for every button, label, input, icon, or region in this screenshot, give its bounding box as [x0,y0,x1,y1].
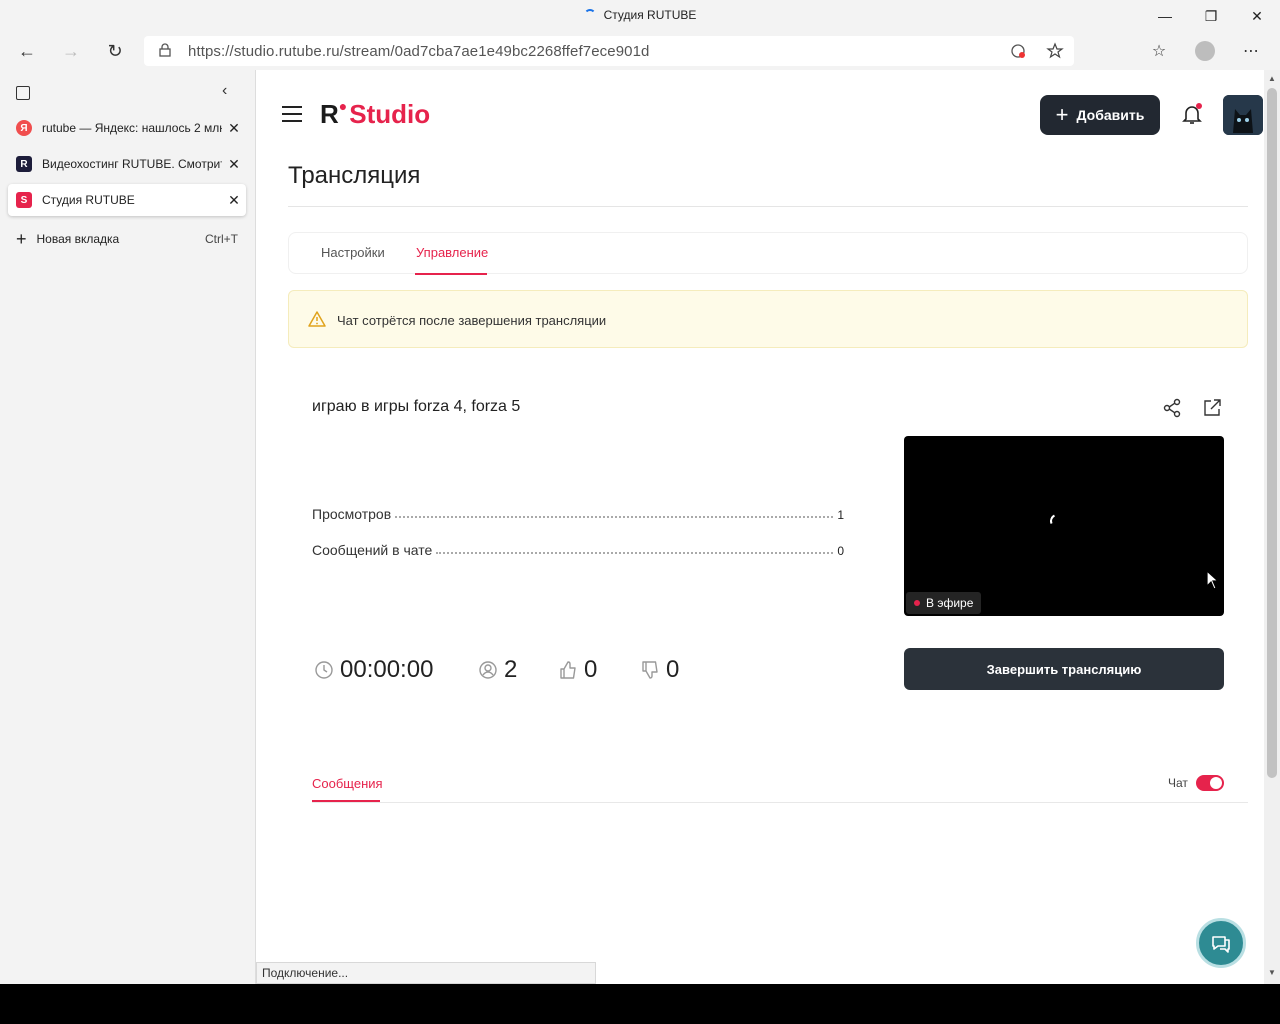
tab-label: rutube — Яндекс: нашлось 2 млн результат… [42,121,222,135]
thumbs-up-icon [560,661,576,679]
chat-toggle[interactable] [1196,775,1224,791]
minimize-button[interactable]: — [1142,0,1188,32]
vertical-tabs-sidebar: ‹ Я rutube — Яндекс: нашлось 2 млн резул… [0,70,256,984]
viewers-value: 2 [504,656,518,683]
tab-rutube[interactable]: R Видеохостинг RUTUBE. Смотрите видео он… [8,148,246,180]
dislikes-value: 0 [666,656,680,683]
plus-icon: + [16,229,27,249]
collapse-pane-icon[interactable]: ‹ [222,82,227,100]
viewers-stat: 2 [478,656,517,684]
url-text: https://studio.rutube.ru/stream/0ad7cba7… [188,43,650,60]
studio-favicon-icon: S [16,192,32,208]
add-favorite-icon[interactable] [1046,42,1064,60]
back-button[interactable]: ← [12,36,42,66]
live-dot-icon [914,600,920,606]
views-row: Просмотров 1 [312,506,844,522]
mouse-cursor-icon [1206,570,1220,590]
clock-icon [315,661,333,679]
close-tab-icon[interactable]: ✕ [222,156,246,173]
duration-stat: 00:00:00 [314,656,433,684]
favorites-icon[interactable]: ☆ [1144,36,1174,66]
add-button[interactable]: + Добавить [1040,95,1160,135]
stream-tabs: Настройки Управление [288,232,1248,275]
tab-settings[interactable]: Настройки [321,245,385,260]
video-loading-icon [1048,512,1066,530]
views-label: Просмотров [312,506,392,522]
video-preview[interactable]: В эфире [904,436,1224,616]
page-scrollbar[interactable]: ▲ ▼ [1264,70,1280,984]
close-tab-icon[interactable]: ✕ [222,120,246,137]
profile-icon[interactable] [1190,36,1220,66]
messages-row: Сообщений в чате 0 [312,542,844,558]
menu-icon[interactable] [282,106,302,122]
tab-actions-icon[interactable] [16,86,30,100]
yandex-favicon-icon: Я [16,120,32,136]
restore-button[interactable]: ❐ [1188,0,1234,32]
stream-name: играю в игры forza 4, forza 5 [312,398,521,415]
loading-spinner-icon [583,9,596,21]
chat-card: Сообщения Чат [288,738,1248,984]
title-divider [288,206,1248,207]
warning-banner: Чат сотрётся после завершения трансляции [288,290,1248,348]
studio-logo[interactable]: R●Studio [320,98,430,130]
live-badge: В эфире [906,592,982,614]
browser-window: Студия RUTUBE — ❐ ✕ ← → ↻ https://studio… [0,0,1280,984]
end-stream-button[interactable]: Завершить трансляцию [904,648,1224,690]
support-chat-button[interactable] [1196,918,1246,968]
page-content: R●Studio + Добавить Трансляция Настройки … [256,70,1264,984]
tab-label: Студия RUTUBE [42,193,135,207]
close-tab-icon[interactable]: ✕ [222,192,246,209]
rutube-favicon-icon: R [16,156,32,172]
lock-icon [159,43,171,57]
likes-stat: 0 [558,656,597,684]
reload-button[interactable]: ↻ [100,36,130,66]
dislikes-stat: 0 [640,656,679,684]
duration-value: 00:00:00 [340,656,434,683]
warning-text: Чат сотрётся после завершения трансляции [337,313,607,328]
address-bar-area: ← → ↻ https://studio.rutube.ru/stream/0a… [0,32,1280,70]
support-chat-icon [1212,936,1230,953]
chat-toggle-label: Чат [1168,776,1188,790]
stream-card: играю в игры forza 4, forza 5 Просмотров… [288,372,1248,714]
title-bar: Студия RUTUBE — ❐ ✕ [0,0,1280,32]
thumbs-down-icon [642,661,658,679]
notifications-bell-icon[interactable] [1180,102,1204,126]
active-tab-underline [415,273,487,275]
status-bar: Подключение... [256,962,596,984]
viewers-icon [479,661,497,679]
open-external-icon[interactable] [1202,398,1222,418]
share-icon[interactable] [1162,398,1182,418]
url-field[interactable]: https://studio.rutube.ru/stream/0ad7cba7… [144,36,1074,66]
tab-studio-rutube[interactable]: S Студия RUTUBE ✕ [8,184,246,216]
tab-label: Видеохостинг RUTUBE. Смотрите видео онла… [42,157,222,171]
new-tab-label: Новая вкладка [36,232,120,246]
plus-icon: + [1055,102,1069,127]
close-window-button[interactable]: ✕ [1234,0,1280,32]
page-title: Трансляция [288,162,421,189]
settings-more-icon[interactable]: ⋯ [1236,36,1266,66]
tab-messages[interactable]: Сообщения [312,776,383,791]
new-tab-shortcut: Ctrl+T [205,232,238,246]
tab-yandex[interactable]: Я rutube — Яндекс: нашлось 2 млн результ… [8,112,246,144]
studio-header: R●Studio + Добавить [256,70,1264,160]
tracking-prevention-icon[interactable] [1010,43,1026,59]
warning-icon [308,311,326,327]
avatar[interactable] [1223,95,1263,135]
tab-control[interactable]: Управление [416,245,488,260]
messages-label: Сообщений в чате [312,542,433,558]
new-tab-button[interactable]: + Новая вкладка Ctrl+T [16,229,238,249]
likes-value: 0 [584,656,598,683]
messages-value: 0 [837,544,844,558]
window-title: Студия RUTUBE [603,8,697,22]
views-value: 1 [837,508,844,522]
forward-button[interactable]: → [56,36,86,66]
scrollbar-thumb[interactable] [1267,88,1277,778]
